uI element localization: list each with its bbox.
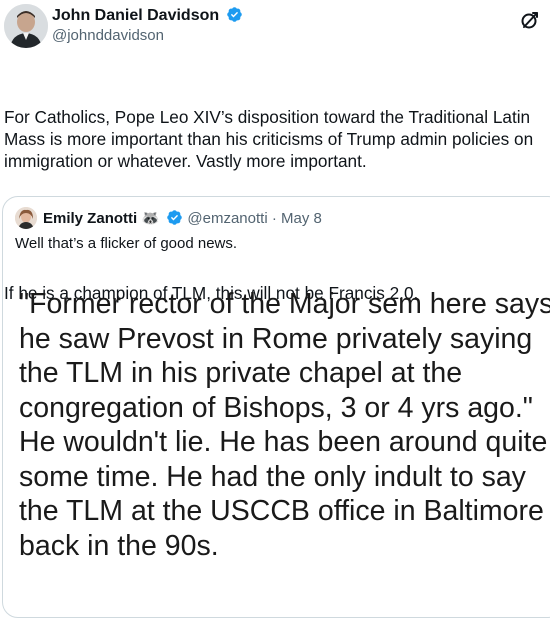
verified-badge-icon [167,210,182,225]
avatar-image [4,4,48,48]
quoted-header: Emily Zanotti 🦝 @emzanotti · May 8 [43,209,322,227]
quoted-author-avatar[interactable] [15,207,37,229]
verified-badge-icon [226,7,242,22]
author-name-row[interactable]: John Daniel Davidson [52,6,243,25]
author-name[interactable]: John Daniel Davidson [52,7,219,24]
quoted-image-text: "Former rector of the Major sem here say… [19,288,550,562]
grok-icon[interactable] [518,8,542,32]
author-handle[interactable]: @johnddavidson [52,27,164,44]
tweet-header: John Daniel Davidson @johnddavidson [0,0,550,52]
author-avatar[interactable] [4,4,48,48]
meta-separator: · [271,210,277,227]
raccoon-emoji: 🦝 [141,210,161,227]
quoted-handle[interactable]: @emzanotti [187,210,267,227]
quoted-author-name[interactable]: Emily Zanotti [43,210,137,227]
quoted-avatar-image [15,207,37,229]
quoted-text: Well that’s a flicker of good news. [15,235,238,252]
quoted-tweet[interactable]: Emily Zanotti 🦝 @emzanotti · May 8 Well … [2,196,550,618]
quoted-date[interactable]: May 8 [281,210,322,227]
tweet-paragraph: For Catholics, Pope Leo XIV’s dispositio… [4,107,538,171]
